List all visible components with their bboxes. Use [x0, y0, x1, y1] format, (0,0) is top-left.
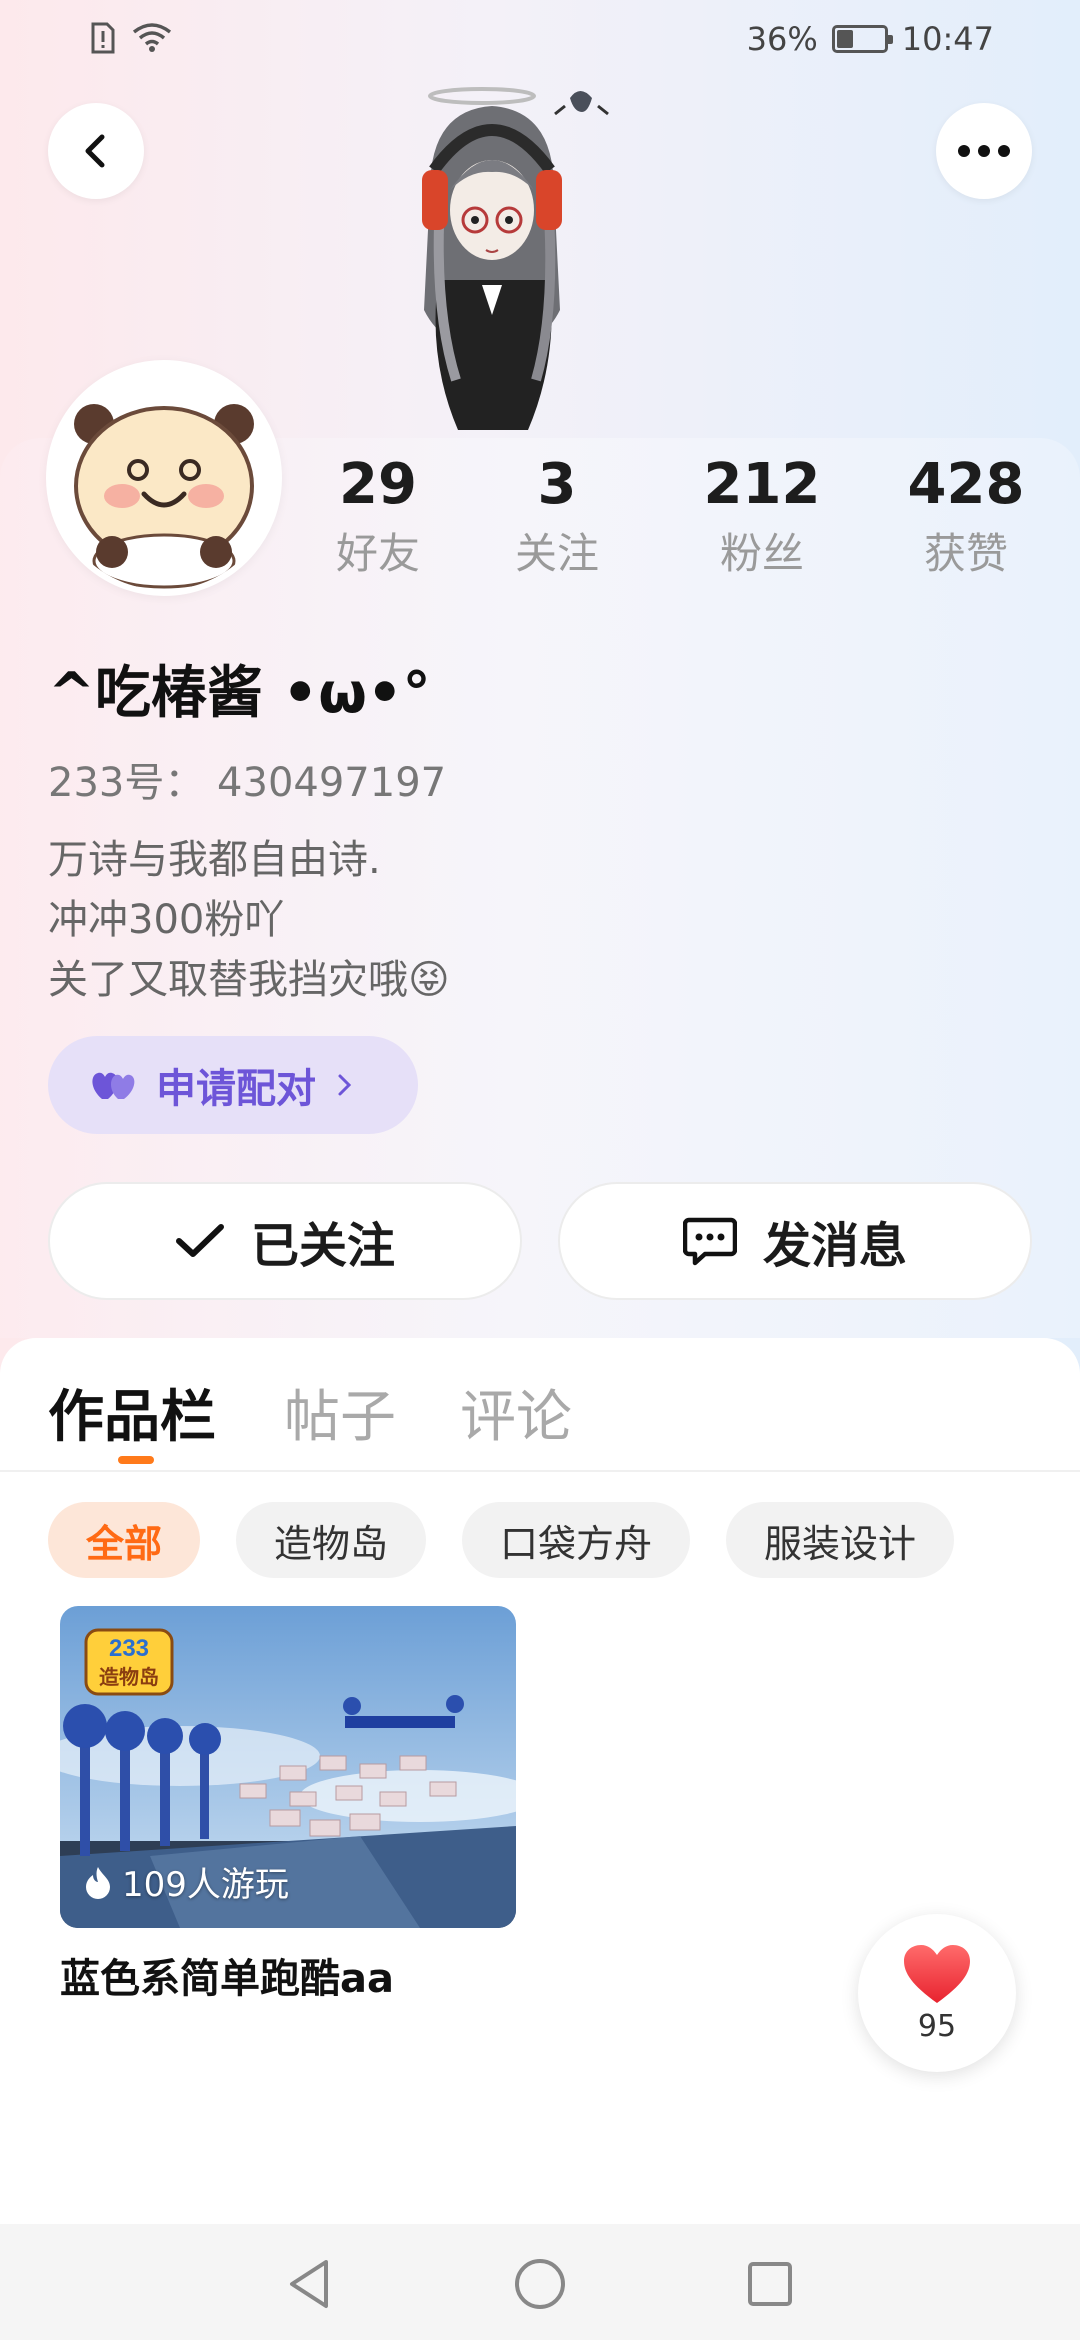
message-button-label: 发消息: [762, 1218, 907, 1274]
badge-number: 233: [109, 1635, 149, 1662]
stat-label: 获赞: [923, 529, 1008, 578]
profile-stats: 29 好友 3 关注 212 粉丝 428 获赞: [0, 450, 1080, 600]
battery-icon: [831, 25, 893, 53]
checkmark-icon: [175, 1224, 224, 1257]
content-area: 作品栏 帖子 评论 全部 造物岛 口袋方舟 服装设计 233 造物岛 109人游…: [0, 1338, 1080, 2224]
send-message-button[interactable]: 发消息: [558, 1182, 1032, 1300]
work-card[interactable]: 233 造物岛 109人游玩 蓝色系简单跑酷aa: [60, 1606, 516, 2004]
chip-creation-island[interactable]: 造物岛: [236, 1502, 427, 1578]
stat-label: 好友: [335, 529, 420, 578]
stat-value: 212: [703, 452, 821, 517]
work-title: 蓝色系简单跑酷aa: [60, 1956, 394, 2002]
bio-line: 万诗与我都自由诗.: [48, 837, 381, 883]
stat-following[interactable]: 3 关注: [467, 450, 647, 584]
nav-back-icon[interactable]: [280, 2254, 340, 2314]
play-count-text: 109人游玩: [122, 1865, 289, 1905]
stat-value: 29: [339, 452, 417, 517]
user-id[interactable]: 233号： 430497197: [48, 750, 446, 808]
status-right: 36% 10:47: [747, 20, 994, 58]
chip-costume-design[interactable]: 服装设计: [726, 1502, 955, 1578]
chevron-left-icon: [85, 134, 105, 168]
pair-button-label: 申请配对: [156, 1066, 316, 1112]
user-nickname: ^吃椿酱 •ω•°: [48, 661, 431, 726]
flame-icon: [86, 1866, 110, 1899]
stat-friends[interactable]: 29 好友: [288, 450, 468, 584]
tab-comments[interactable]: 评论: [460, 1372, 572, 1453]
battery-percent: 36%: [746, 20, 818, 58]
chevron-right-icon: [338, 1074, 352, 1096]
stat-label: 关注: [514, 529, 599, 578]
category-filter-chips: 全部 造物岛 口袋方舟 服装设计: [48, 1502, 955, 1578]
user-bio: 万诗与我都自由诗. 冲冲300粉吖 关了又取替我挡灾哦😝: [48, 830, 450, 1010]
stat-value: 428: [907, 452, 1025, 517]
status-bar: 36% 10:47: [0, 0, 1080, 84]
wifi-icon: [132, 22, 172, 62]
badge-text: 造物岛: [99, 1665, 159, 1689]
character-avatar-illustration: [422, 87, 609, 430]
battery-fill: [836, 30, 854, 48]
more-options-button[interactable]: [936, 103, 1032, 199]
stat-label: 粉丝: [719, 529, 804, 578]
stat-value: 3: [537, 452, 577, 517]
more-dots-icon: [958, 145, 1010, 157]
request-pair-button[interactable]: 申请配对: [48, 1036, 418, 1134]
stat-fans[interactable]: 212 粉丝: [672, 450, 852, 584]
heart-icon: [904, 1944, 970, 2003]
double-heart-icon: [92, 1072, 135, 1099]
nav-recents-icon[interactable]: [740, 2254, 800, 2314]
system-navigation-bar: [0, 2224, 1080, 2340]
tab-posts[interactable]: 帖子: [284, 1372, 396, 1453]
like-floating-button[interactable]: 95: [858, 1914, 1016, 2072]
chip-all[interactable]: 全部: [48, 1502, 201, 1578]
content-tabs: 作品栏 帖子 评论: [0, 1338, 1080, 1472]
sim-alert-icon: [90, 22, 116, 62]
status-left: [90, 22, 172, 62]
creation-island-badge: 233 造物岛: [84, 1628, 174, 1696]
stat-likes[interactable]: 428 获赞: [876, 450, 1056, 584]
bio-line: 冲冲300粉吖: [48, 897, 285, 943]
bio-line: 关了又取替我挡灾哦😝: [48, 957, 450, 1003]
work-thumbnail: 233 造物岛 109人游玩: [60, 1606, 516, 1928]
followed-button[interactable]: 已关注: [48, 1182, 522, 1300]
chip-pocket-ark[interactable]: 口袋方舟: [462, 1502, 691, 1578]
nav-home-icon[interactable]: [510, 2254, 570, 2314]
clock: 10:47: [901, 20, 994, 58]
back-button[interactable]: [48, 103, 144, 199]
play-count: 109人游玩: [84, 1857, 289, 1906]
chat-bubble-icon: [682, 1217, 737, 1266]
follow-button-label: 已关注: [250, 1218, 395, 1274]
like-count: 95: [917, 2008, 957, 2044]
tab-works[interactable]: 作品栏: [48, 1372, 216, 1453]
active-tab-indicator: [118, 1456, 154, 1464]
